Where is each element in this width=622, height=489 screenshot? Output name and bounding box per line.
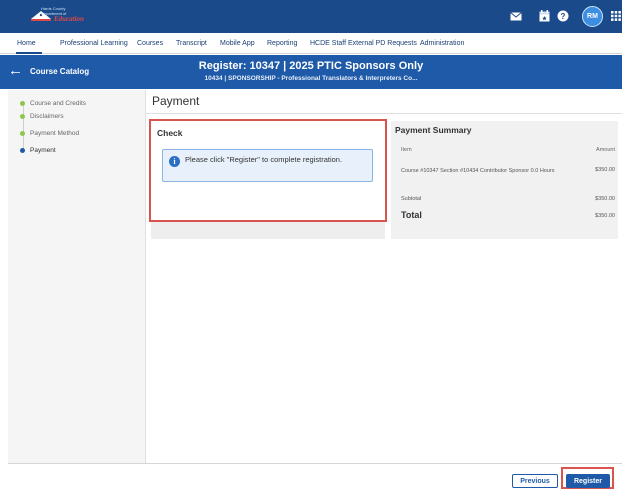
step-complete-icon (20, 131, 25, 136)
step-label: Course and Credits (30, 100, 86, 107)
nav-professional-learning[interactable]: Professional Learning (60, 40, 128, 47)
total-amount: $350.00 (595, 213, 615, 219)
step-disclaimers[interactable]: Disclaimers (20, 113, 64, 120)
top-bar: Harris County Department of Education ? … (0, 0, 622, 33)
step-current-icon (20, 148, 25, 153)
svg-text:?: ? (561, 12, 566, 21)
help-icon[interactable]: ? (555, 8, 571, 24)
title-divider (146, 113, 622, 114)
step-payment-method[interactable]: Payment Method (20, 130, 79, 137)
course-header: ← Course Catalog Register: 10347 | 2025 … (0, 55, 622, 89)
calendar-icon[interactable] (536, 8, 552, 24)
line-item-amount: $350.00 (595, 167, 615, 173)
step-label: Payment Method (30, 130, 80, 137)
nav-courses[interactable]: Courses (137, 40, 163, 47)
step-complete-icon (20, 114, 25, 119)
step-complete-icon (20, 101, 25, 106)
step-payment[interactable]: Payment (20, 147, 56, 154)
user-avatar[interactable]: RM (582, 6, 603, 27)
info-icon: i (169, 156, 180, 167)
info-alert: i Please click "Register" to complete re… (162, 149, 373, 182)
step-label: Payment (30, 147, 56, 154)
total-label: Total (401, 210, 422, 220)
step-course-and-credits[interactable]: Course and Credits (20, 100, 86, 107)
nav-administration[interactable]: Administration (420, 40, 464, 47)
payment-summary-panel: Payment Summary Item Amount Course #1034… (391, 121, 618, 239)
subtotal-label: Subtotal (401, 196, 422, 202)
nav-mobile-app[interactable]: Mobile App (220, 40, 255, 47)
mail-icon[interactable] (508, 8, 524, 24)
check-title: Check (157, 128, 183, 138)
nav-hcde-staff-external-pd-requests[interactable]: HCDE Staff External PD Requests (310, 40, 417, 47)
hcde-logo[interactable]: Harris County Department of Education (30, 6, 90, 28)
logo-education-text: Education (54, 15, 84, 23)
main-nav: Home Professional Learning Courses Trans… (0, 33, 622, 54)
payment-summary-title: Payment Summary (395, 125, 472, 135)
registration-subtitle: 10434 | SPONSORSHIP - Professional Trans… (204, 75, 418, 82)
amount-column-header: Amount (596, 147, 615, 153)
registration-title: Register: 10347 | 2025 PTIC Sponsors Onl… (198, 60, 424, 72)
previous-button[interactable]: Previous (512, 474, 558, 488)
subtotal-amount: $350.00 (595, 196, 615, 202)
item-column-header: Item (401, 147, 412, 153)
nav-transcript[interactable]: Transcript (176, 40, 207, 47)
steps-sidebar: Course and Credits Disclaimers Payment M… (8, 90, 146, 463)
step-label: Disclaimers (30, 113, 64, 120)
register-button[interactable]: Register (566, 474, 610, 488)
main-content: Payment Check i Please click "Register" … (146, 90, 622, 463)
nav-reporting[interactable]: Reporting (267, 40, 297, 47)
info-message: Please click "Register" to complete regi… (185, 155, 343, 164)
line-item-description: Course #10347 Section #10434 Contributor… (401, 168, 555, 174)
page-title: Payment (152, 94, 200, 108)
nav-home[interactable]: Home (17, 40, 36, 47)
steps-connector-line (22, 104, 24, 152)
apps-grid-icon[interactable] (609, 8, 622, 24)
nav-active-indicator (16, 52, 42, 54)
